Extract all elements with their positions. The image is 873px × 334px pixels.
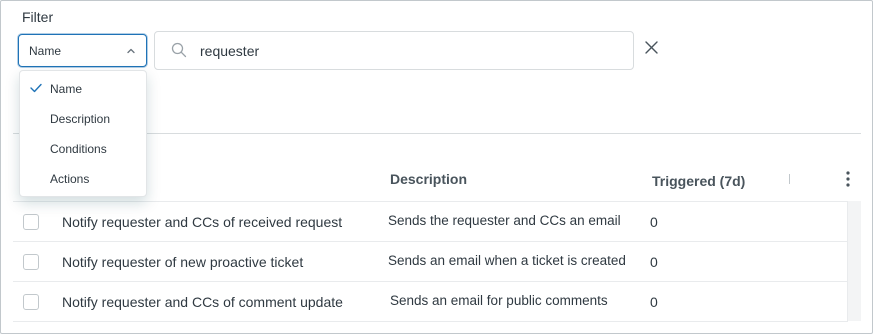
row-checkbox[interactable] (23, 254, 39, 270)
kebab-menu-icon[interactable] (839, 169, 857, 189)
filter-field-select[interactable]: Name (18, 34, 147, 67)
column-header-triggered[interactable]: Triggered (7d) (652, 173, 745, 189)
option-label: Conditions (50, 142, 107, 156)
table-row[interactable]: Notify requester and CCs of comment upda… (13, 282, 848, 322)
table-scrollbar[interactable] (847, 201, 861, 321)
search-value: requester (200, 43, 260, 59)
option-conditions[interactable]: Conditions (20, 134, 146, 162)
option-actions[interactable]: Actions (20, 164, 146, 192)
option-name[interactable]: Name (20, 74, 146, 102)
chevron-up-icon (127, 48, 135, 54)
option-label: Name (50, 82, 83, 96)
table-row[interactable]: Notify requester and CCs of received req… (13, 202, 848, 242)
select-value: Name (29, 44, 62, 58)
column-header-description[interactable]: Description (390, 171, 467, 187)
row-description: Sends an email for public comments (390, 293, 608, 308)
search-input[interactable]: requester (154, 31, 634, 70)
row-triggered: 0 (650, 294, 658, 310)
option-label: Description (50, 112, 111, 126)
search-icon (171, 42, 187, 58)
row-description: Sends an email when a ticket is created (388, 253, 626, 268)
row-checkbox[interactable] (23, 294, 39, 310)
filter-panel: Filter Name requester Description Trigge… (0, 0, 873, 334)
row-triggered: 0 (650, 214, 658, 230)
row-checkbox[interactable] (23, 214, 39, 230)
close-icon[interactable] (642, 38, 662, 58)
filter-label: Filter (22, 9, 54, 25)
check-icon (30, 83, 42, 93)
column-resize-handle[interactable] (789, 174, 790, 184)
table-row[interactable]: Notify requester of new proactive ticket… (13, 242, 848, 282)
option-description[interactable]: Description (20, 104, 146, 132)
row-name[interactable]: Notify requester of new proactive ticket (62, 254, 303, 270)
row-description: Sends the requester and CCs an email (388, 213, 621, 228)
row-name[interactable]: Notify requester and CCs of comment upda… (62, 294, 343, 310)
row-triggered: 0 (650, 254, 658, 270)
row-name[interactable]: Notify requester and CCs of received req… (62, 214, 342, 230)
filter-field-dropdown: Name Description Conditions Actions (19, 70, 147, 197)
option-label: Actions (50, 172, 90, 186)
